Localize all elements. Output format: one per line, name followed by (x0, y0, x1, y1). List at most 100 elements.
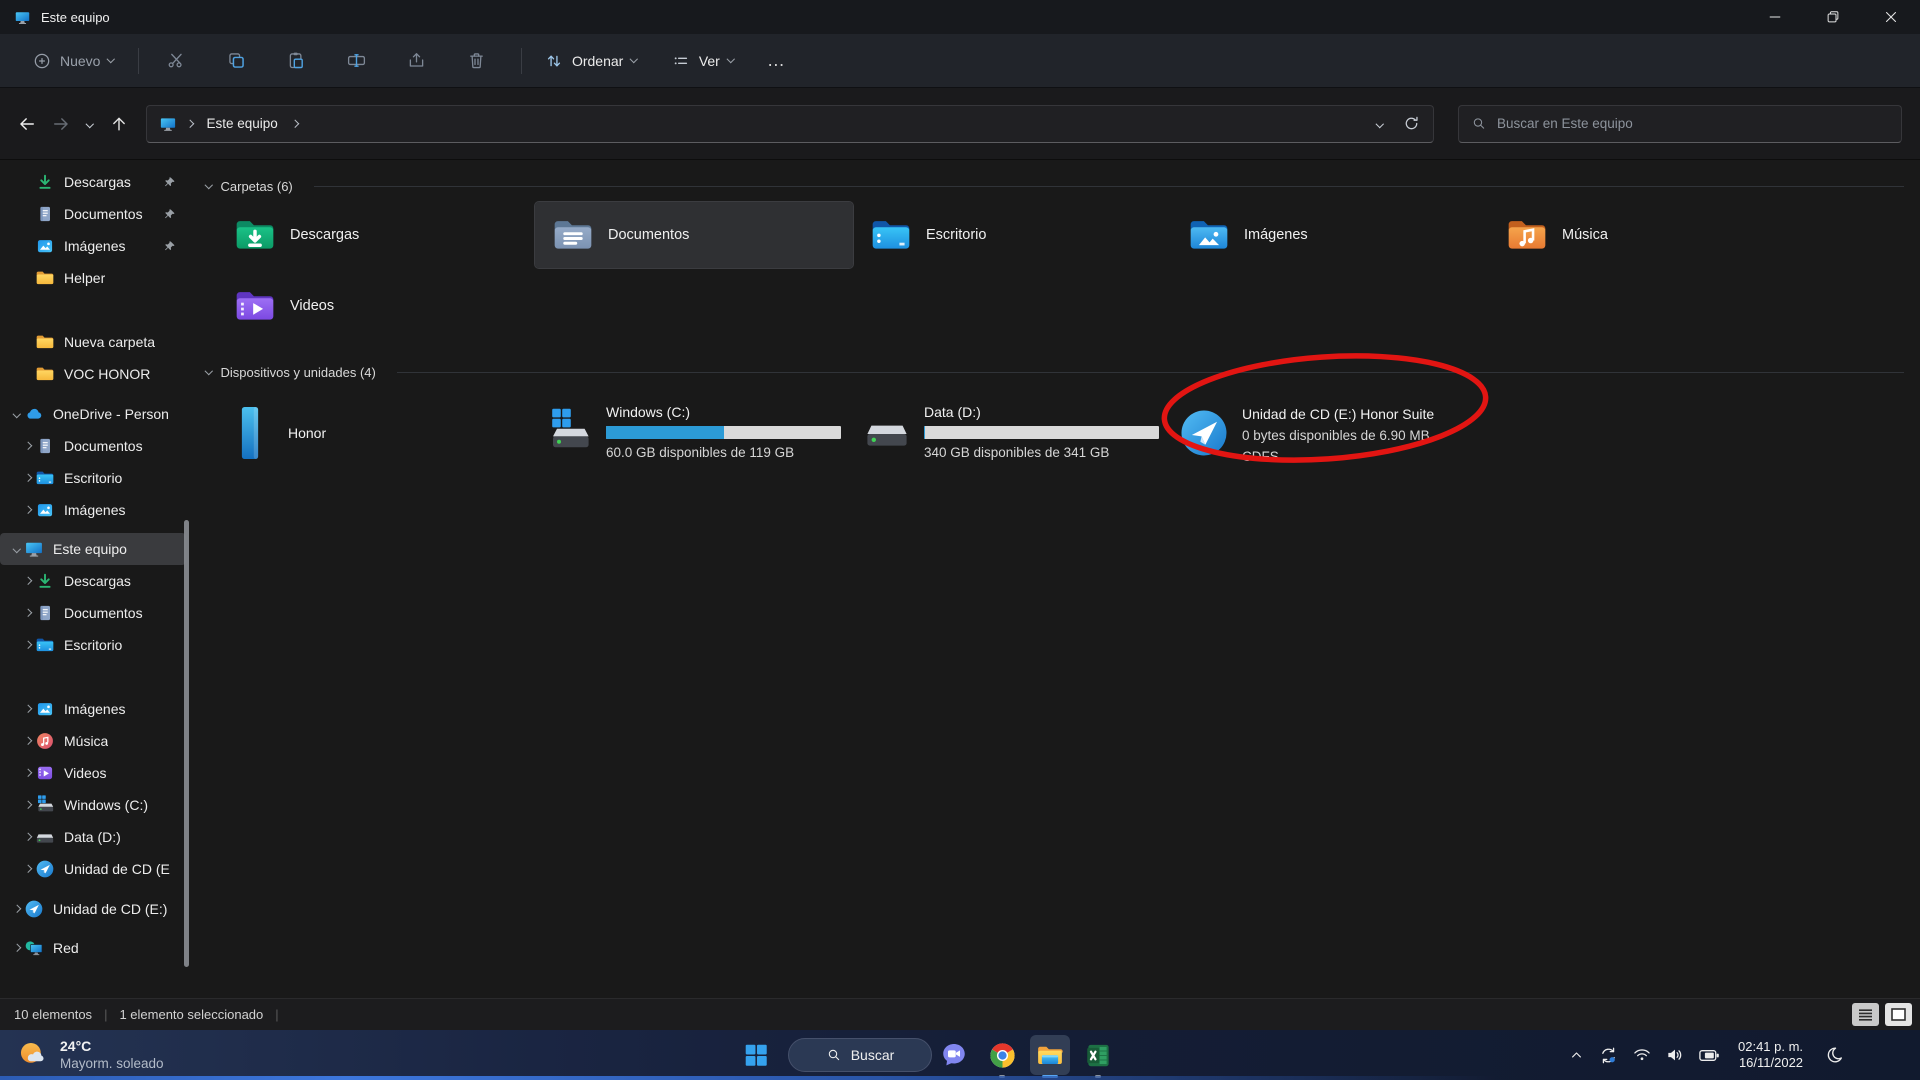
new-button[interactable]: Nuevo (24, 45, 122, 77)
chevron-right-icon[interactable] (24, 641, 32, 649)
wifi-icon[interactable] (1632, 1045, 1652, 1065)
taskbar-search-button[interactable]: Buscar (788, 1038, 932, 1072)
chevron-right-icon[interactable] (24, 865, 32, 873)
folder-tile-documentos[interactable]: Documentos (535, 202, 853, 268)
sidebar-item-data-d[interactable]: Data (D:) (0, 821, 186, 853)
document-icon (35, 603, 55, 623)
sidebar-item-escritorio[interactable]: Escritorio (0, 629, 186, 661)
sidebar-item-videos[interactable]: Videos (0, 757, 186, 789)
drive-tile-cd-honor-suite[interactable]: Unidad de CD (E:) Honor Suite 0 bytes di… (1171, 396, 1489, 474)
night-mode-moon-icon[interactable] (1824, 1045, 1845, 1066)
weather-widget[interactable]: 24°C Mayorm. soleado (16, 1030, 164, 1080)
chevron-right-icon[interactable] (24, 577, 32, 585)
minimize-button[interactable] (1746, 0, 1804, 34)
folder-tile-descargas[interactable]: Descargas (217, 202, 535, 268)
folder-tile-videos[interactable]: Videos (217, 273, 535, 339)
collapse-chevron-icon[interactable] (205, 181, 213, 189)
sidebar-item-onedrive-imagenes[interactable]: Imágenes (0, 494, 186, 526)
clock[interactable]: 02:41 p. m. 16/11/2022 (1738, 1039, 1803, 1071)
active-indicator (1042, 1075, 1058, 1078)
sidebar-item-documentos[interactable]: Documentos (0, 597, 186, 629)
drive-tile-data-d[interactable]: Data (D:) 340 GB disponibles de 341 GB (853, 396, 1171, 474)
share-button[interactable] (397, 43, 437, 79)
pictures-icon (35, 500, 55, 520)
chevron-right-icon[interactable] (13, 905, 21, 913)
folder-tile-musica[interactable]: Música (1489, 202, 1807, 268)
folder-tile-escritorio[interactable]: Escritorio (853, 202, 1171, 268)
details-view-button[interactable] (1852, 1003, 1879, 1026)
sidebar-item-documentos-pinned[interactable]: Documentos (0, 198, 186, 230)
chevron-right-icon[interactable] (24, 705, 32, 713)
chrome-button[interactable] (982, 1035, 1022, 1075)
teams-chat-button[interactable] (934, 1035, 974, 1075)
sidebar-item-imagenes[interactable]: Imágenes (0, 693, 186, 725)
start-button[interactable] (736, 1035, 776, 1075)
sidebar-item-este-equipo[interactable]: Este equipo (0, 533, 186, 565)
refresh-icon[interactable] (1402, 114, 1421, 133)
excel-button[interactable] (1078, 1035, 1118, 1075)
taskbar: 24°C Mayorm. soleado Buscar 02:41 (0, 1030, 1920, 1080)
view-button[interactable]: Ver (661, 45, 744, 77)
sort-button[interactable]: Ordenar (534, 45, 647, 77)
file-explorer-button[interactable] (1030, 1035, 1070, 1075)
sidebar-item-nueva-carpeta[interactable]: Nueva carpeta (0, 326, 186, 358)
recent-locations-button[interactable] (78, 107, 102, 141)
chevron-right-icon[interactable] (24, 769, 32, 777)
sidebar-item-descargas[interactable]: Descargas (0, 565, 186, 597)
sidebar-item-cd-e-child[interactable]: Unidad de CD (E (0, 853, 186, 885)
volume-icon[interactable] (1665, 1045, 1685, 1065)
document-icon (35, 204, 55, 224)
chevron-right-icon[interactable] (24, 801, 32, 809)
delete-button[interactable] (457, 43, 497, 79)
sidebar-item-cd-e[interactable]: Unidad de CD (E:) (0, 893, 186, 925)
collapse-chevron-icon[interactable] (205, 367, 213, 375)
chevron-down-icon[interactable] (13, 410, 21, 418)
rename-button[interactable] (337, 43, 377, 79)
sidebar-item-onedrive-escritorio[interactable]: Escritorio (0, 462, 186, 494)
sidebar-item-descargas-pinned[interactable]: Descargas (0, 166, 186, 198)
sidebar-item-red[interactable]: Red (0, 932, 186, 964)
sync-icon[interactable] (1598, 1045, 1619, 1066)
sidebar-item-windows-c[interactable]: Windows (C:) (0, 789, 186, 821)
back-button[interactable] (10, 107, 44, 141)
sidebar-item-helper[interactable]: Helper (0, 262, 186, 294)
address-dropdown-icon[interactable] (1375, 120, 1383, 128)
folder-tile-imagenes[interactable]: Imágenes (1171, 202, 1489, 268)
chevron-right-icon[interactable] (13, 944, 21, 952)
sidebar-scrollbar[interactable] (184, 520, 189, 967)
up-button[interactable] (102, 107, 136, 141)
maximize-button[interactable] (1804, 0, 1862, 34)
search-box[interactable] (1458, 105, 1902, 143)
chevron-right-icon[interactable] (24, 609, 32, 617)
address-bar[interactable]: Este equipo (146, 105, 1434, 143)
section-header-carpetas[interactable]: Carpetas (6) (206, 176, 1920, 196)
close-button[interactable] (1862, 0, 1920, 34)
search-input[interactable] (1497, 116, 1889, 131)
more-options-button[interactable]: … (759, 44, 793, 78)
paste-button[interactable] (277, 43, 317, 79)
battery-icon[interactable] (1698, 1044, 1721, 1067)
drive-tile-honor[interactable]: Honor (217, 396, 535, 474)
large-icons-view-button[interactable] (1885, 1003, 1912, 1026)
copy-button[interactable] (217, 43, 257, 79)
computer-icon (24, 539, 44, 559)
cut-button[interactable] (157, 43, 197, 79)
section-header-dispositivos[interactable]: Dispositivos y unidades (4) (206, 362, 1920, 382)
drives-grid: Honor Windows (C:) 60.0 GB disponibles d… (217, 396, 1817, 474)
sidebar-item-voc-honor[interactable]: VOC HONOR (0, 358, 186, 390)
forward-button[interactable] (44, 107, 78, 141)
sidebar-item-imagenes-pinned[interactable]: Imágenes (0, 230, 186, 262)
chevron-right-icon[interactable] (24, 506, 32, 514)
chevron-right-icon[interactable] (24, 474, 32, 482)
chevron-right-icon[interactable] (24, 833, 32, 841)
cd-drive-icon (35, 859, 55, 879)
chevron-right-icon[interactable] (24, 737, 32, 745)
drive-tile-windows-c[interactable]: Windows (C:) 60.0 GB disponibles de 119 … (535, 396, 853, 474)
hidden-icons-chevron[interactable] (1568, 1047, 1585, 1064)
chevron-right-icon[interactable] (24, 442, 32, 450)
sidebar-item-onedrive-documentos[interactable]: Documentos (0, 430, 186, 462)
chevron-down-icon[interactable] (13, 545, 21, 553)
sidebar-item-onedrive[interactable]: OneDrive - Person (0, 398, 186, 430)
breadcrumb-este-equipo[interactable]: Este equipo (203, 113, 282, 134)
sidebar-item-musica[interactable]: Música (0, 725, 186, 757)
